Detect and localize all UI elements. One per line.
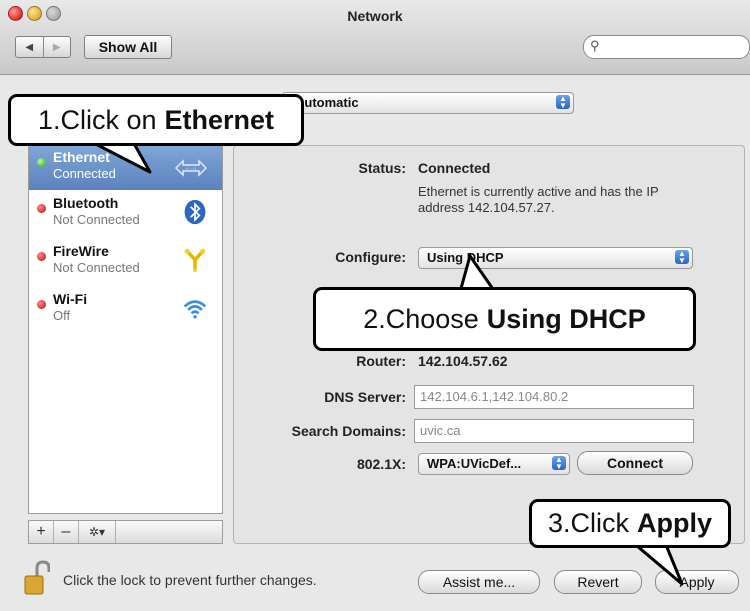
router-label: Router:	[356, 353, 406, 369]
wifi-icon	[183, 300, 207, 319]
service-firewire[interactable]: FireWire Not Connected	[29, 240, 222, 284]
search-domains-field[interactable]: uvic.ca	[414, 419, 694, 443]
lock-icon[interactable]	[24, 560, 50, 596]
popup-arrows-icon: ▲ ▼	[675, 250, 689, 265]
service-name: Bluetooth	[53, 195, 119, 211]
popup-arrows-icon: ▲ ▼	[556, 95, 570, 110]
lock-text: Click the lock to prevent further change…	[63, 572, 317, 588]
callout-click-apply: 3.Click Apply	[529, 499, 731, 548]
service-status: Off	[53, 308, 71, 323]
status-dot-icon	[37, 204, 46, 213]
search-domains-label: Search Domains:	[291, 423, 406, 439]
firewire-icon	[184, 248, 206, 272]
dns-field[interactable]: 142.104.6.1,142.104.80.2	[414, 385, 694, 409]
router-value: 142.104.57.62	[418, 353, 508, 369]
forward-button[interactable]: ▶	[42, 37, 71, 57]
service-list: Ethernet Connected ‹···› Bluetooth Not C…	[28, 145, 223, 514]
service-wifi[interactable]: Wi-Fi Off	[29, 288, 222, 332]
status-dot-icon	[37, 300, 46, 309]
nav-buttons: ◀ ▶	[15, 36, 71, 58]
service-status: Not Connected	[53, 212, 140, 227]
search-field[interactable]: ⚲	[583, 35, 750, 59]
location-popup[interactable]: Automatic ▲ ▼	[282, 92, 574, 114]
service-status: Not Connected	[53, 260, 140, 275]
dns-label: DNS Server:	[324, 389, 406, 405]
connect-button[interactable]: Connect	[577, 451, 693, 475]
status-dot-icon	[37, 252, 46, 261]
remove-service-button[interactable]: –	[54, 521, 79, 543]
bluetooth-icon	[184, 199, 206, 225]
dot1x-value: WPA:UVicDef...	[427, 456, 522, 471]
callout-choose-dhcp: 2.Choose Using DHCP	[313, 287, 696, 351]
service-bluetooth[interactable]: Bluetooth Not Connected	[29, 192, 222, 236]
window-title: Network	[347, 8, 403, 24]
location-value: Automatic	[295, 95, 359, 110]
status-value: Connected	[418, 160, 491, 176]
svg-text:‹···›: ‹···›	[186, 167, 196, 173]
assist-me-button[interactable]: Assist me...	[418, 570, 540, 594]
ethernet-icon: ‹···›	[174, 159, 208, 177]
status-label: Status:	[358, 160, 406, 176]
gear-menu-button[interactable]: ✲▾	[79, 521, 116, 543]
dot1x-label: 802.1X:	[356, 456, 406, 472]
service-name: FireWire	[53, 243, 109, 259]
status-description: Ethernet is currently active and has the…	[418, 184, 659, 215]
popup-arrows-icon: ▲ ▼	[552, 456, 566, 471]
callout-click-ethernet: 1.Click on Ethernet	[8, 94, 304, 146]
dot1x-popup[interactable]: WPA:UVicDef... ▲ ▼	[418, 453, 570, 475]
show-all-button[interactable]: Show All	[84, 35, 172, 59]
status-dot-icon	[37, 158, 46, 167]
search-icon: ⚲	[590, 38, 600, 53]
add-service-button[interactable]: +	[29, 521, 54, 543]
configure-label: Configure:	[335, 249, 406, 265]
service-name: Wi-Fi	[53, 291, 88, 307]
service-list-controls: + – ✲▾	[28, 520, 223, 544]
back-button[interactable]: ◀	[16, 37, 43, 57]
